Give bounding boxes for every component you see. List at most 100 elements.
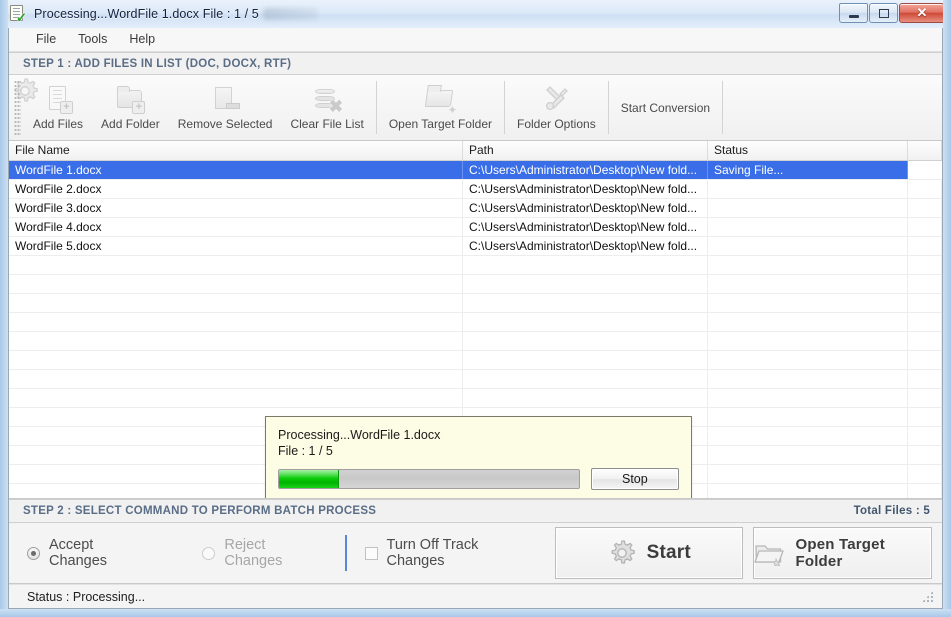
column-header-file-name[interactable]: File Name: [9, 140, 463, 160]
add-files-label: Add Files: [33, 116, 84, 131]
step1-header: STEP 1 : ADD FILES IN LIST (DOC, DOCX, R…: [9, 51, 942, 76]
open-target-folder-button[interactable]: Open Target Folder: [753, 527, 933, 580]
app-document-check-icon: ✓: [9, 5, 27, 24]
toolbar-separator-3: [607, 81, 609, 134]
cell-path: C:\Users\Administrator\Desktop\New fold.…: [463, 217, 708, 236]
menu-item-help[interactable]: Help: [120, 29, 164, 49]
step1-header-label: STEP 1 : ADD FILES IN LIST (DOC, DOCX, R…: [23, 57, 292, 70]
cell-extra: [908, 293, 942, 312]
table-row[interactable]: [9, 293, 942, 313]
cell-path: [463, 255, 708, 274]
dialog-processing-line: Processing...WordFile 1.docx: [278, 427, 441, 442]
table-row[interactable]: [9, 388, 942, 408]
window-frame-left: [0, 0, 8, 617]
table-row[interactable]: WordFile 2.docx C:\Users\Administrator\De…: [9, 179, 942, 199]
cell-status: [708, 217, 908, 236]
cell-name: [9, 312, 463, 331]
add-folder-icon: +: [114, 83, 146, 115]
cell-path: C:\Users\Administrator\Desktop\New fold.…: [463, 236, 708, 255]
column-header-status[interactable]: Status: [708, 140, 908, 160]
table-row[interactable]: [9, 350, 942, 370]
reject-changes-radio[interactable]: [202, 546, 216, 560]
cell-status: [708, 255, 908, 274]
accept-changes-option[interactable]: Accept Changes: [27, 537, 154, 569]
cell-status: [708, 179, 908, 198]
stop-button[interactable]: Stop: [590, 467, 679, 490]
accept-changes-radio[interactable]: [27, 546, 40, 560]
cell-path: [463, 293, 708, 312]
turn-off-track-changes-option[interactable]: Turn Off Track Changes: [364, 537, 540, 570]
column-header-path[interactable]: Path: [463, 140, 708, 160]
cell-name: WordFile 2.docx: [9, 179, 463, 198]
cell-status: [708, 236, 908, 255]
cell-name: [9, 274, 463, 293]
window-frame-bottom: [0, 609, 951, 617]
progress-bar: [278, 468, 580, 489]
cell-name: WordFile 3.docx: [9, 198, 463, 217]
cell-status: [708, 464, 908, 483]
start-conversion-button[interactable]: Start Conversion: [14, 75, 719, 139]
command-panel: Accept Changes Reject Changes Turn Off T…: [9, 523, 942, 585]
progress-dialog: Processing...WordFile 1.docx File : 1 / …: [265, 415, 692, 499]
reject-changes-option[interactable]: Reject Changes: [202, 537, 326, 569]
menu-item-tools[interactable]: Tools: [69, 29, 116, 49]
menu-item-file[interactable]: File: [27, 29, 65, 49]
cell-status: [708, 483, 908, 499]
remove-selected-icon: [209, 83, 241, 115]
table-row[interactable]: [9, 312, 942, 332]
table-row[interactable]: WordFile 5.docx C:\Users\Administrator\De…: [9, 236, 942, 256]
table-row[interactable]: [9, 274, 942, 294]
open-target-folder-toolbar-label: Open Target Folder: [388, 116, 492, 131]
cell-name: [9, 293, 463, 312]
cell-extra: [908, 274, 942, 293]
progress-bar-fill: [279, 469, 339, 488]
cell-status: [708, 445, 908, 464]
cell-status: [708, 388, 908, 407]
cell-extra: [908, 217, 942, 236]
add-folder-button[interactable]: + Add Folder: [92, 75, 169, 139]
cell-status: [708, 198, 908, 217]
clear-file-list-button[interactable]: ✖ Clear File List: [281, 75, 372, 139]
close-button[interactable]: ✕: [899, 3, 945, 23]
cell-path: [463, 312, 708, 331]
application-window: ✓ Processing...WordFile 1.docx File : 1 …: [0, 0, 951, 617]
cell-path: [463, 331, 708, 350]
table-row[interactable]: WordFile 4.docx C:\Users\Administrator\De…: [9, 217, 942, 237]
cell-name: WordFile 5.docx: [9, 236, 463, 255]
cell-extra: [908, 445, 942, 464]
table-row[interactable]: WordFile 3.docx C:\Users\Administrator\De…: [9, 198, 942, 218]
resize-grip[interactable]: [921, 590, 934, 604]
start-button[interactable]: Start: [555, 527, 744, 580]
turn-off-track-changes-label: Turn Off Track Changes: [386, 537, 479, 570]
open-target-folder-toolbar-button[interactable]: ✦ Open Target Folder: [380, 75, 501, 139]
file-list[interactable]: File Name Path Status WordFile 1.docx C:\…: [9, 140, 942, 500]
cell-status: [708, 274, 908, 293]
cell-name: WordFile 4.docx: [9, 217, 463, 236]
cell-extra: [908, 369, 942, 388]
folder-options-button[interactable]: Folder Options: [508, 75, 605, 139]
cell-status: [708, 293, 908, 312]
table-row[interactable]: [9, 331, 942, 351]
table-row[interactable]: [9, 255, 942, 275]
tools-icon: [540, 83, 572, 115]
close-icon: ✕: [916, 5, 928, 20]
column-header-extra: [908, 140, 942, 160]
cell-extra: [908, 350, 942, 369]
cell-extra: [908, 483, 942, 499]
total-files-label: Total Files : 5: [853, 505, 930, 518]
minimize-button[interactable]: [839, 3, 868, 23]
cell-extra: [908, 331, 942, 350]
cell-extra: [908, 426, 942, 445]
cell-name: [9, 255, 463, 274]
cell-extra: [908, 160, 942, 179]
remove-selected-button[interactable]: Remove Selected: [169, 75, 282, 139]
turn-off-track-changes-checkbox[interactable]: [364, 546, 378, 560]
window-title: Processing...WordFile 1.docx File : 1 / …: [34, 7, 259, 21]
table-row[interactable]: [9, 369, 942, 389]
cell-path: C:\Users\Administrator\Desktop\New fold.…: [463, 198, 708, 217]
table-row[interactable]: WordFile 1.docx C:\Users\Administrator\De…: [9, 160, 942, 180]
toolbar-separator-1: [375, 81, 377, 134]
cell-name: [9, 388, 463, 407]
maximize-button[interactable]: [869, 3, 898, 23]
cell-path: [463, 369, 708, 388]
